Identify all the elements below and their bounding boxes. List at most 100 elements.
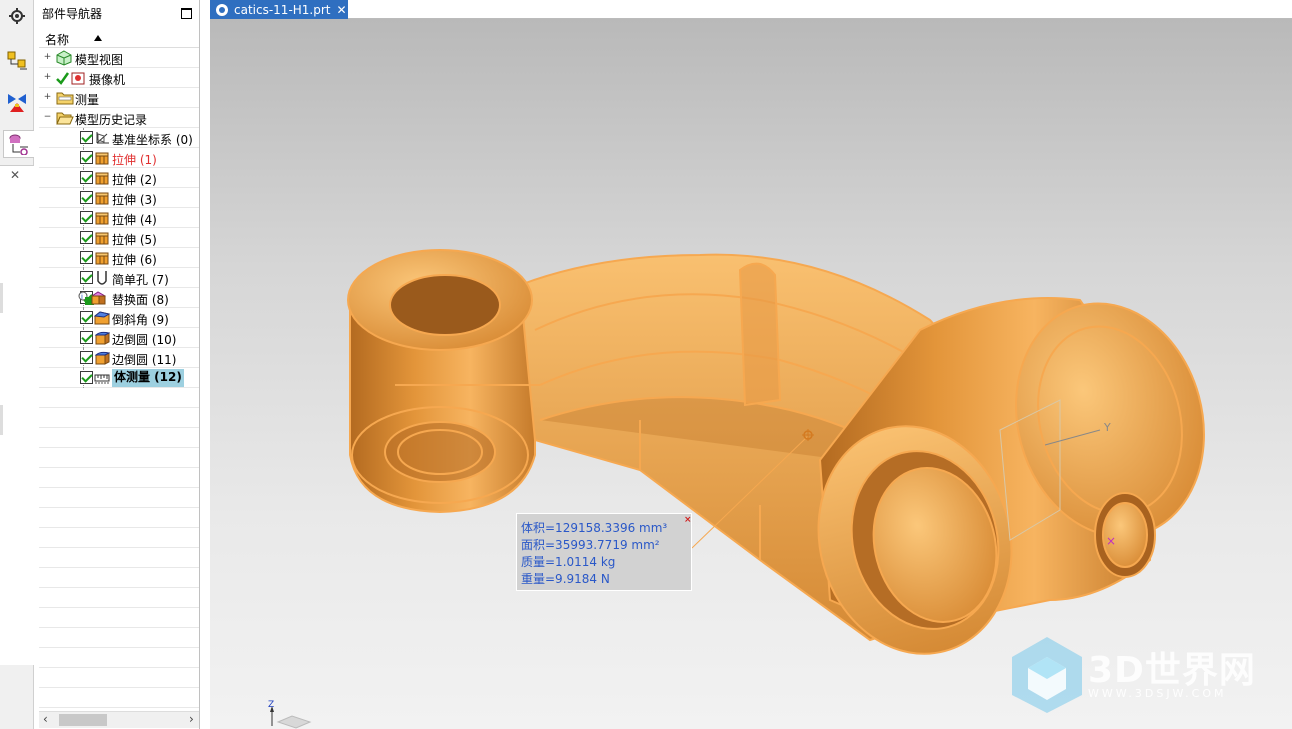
dock-handle bbox=[0, 283, 3, 313]
maximize-icon[interactable] bbox=[181, 8, 192, 19]
folder-icon bbox=[56, 90, 74, 106]
column-header-name[interactable]: 名称 bbox=[39, 29, 199, 48]
extrude-icon bbox=[94, 170, 110, 186]
visibility-checkbox[interactable] bbox=[80, 371, 93, 384]
scroll-left-icon[interactable]: ‹ bbox=[43, 712, 48, 726]
empty-row bbox=[39, 568, 199, 588]
collapse-icon[interactable]: − bbox=[43, 113, 52, 123]
tree-node[interactable]: 体测量 (12) bbox=[39, 368, 199, 388]
tree-node[interactable]: 拉伸 (5) bbox=[39, 228, 199, 248]
hole-icon bbox=[94, 270, 110, 286]
graphics-viewport[interactable]: Y × Z 体积=129158.3396 mm³ 面积=35993.7719 m… bbox=[210, 19, 1292, 729]
visibility-checkbox[interactable] bbox=[80, 211, 93, 224]
tree-node-label: 边倒圆 (11) bbox=[112, 353, 177, 367]
part-file-icon bbox=[216, 3, 228, 16]
visibility-checkbox[interactable] bbox=[80, 131, 93, 144]
visibility-checkbox[interactable] bbox=[80, 251, 93, 264]
empty-row bbox=[39, 688, 199, 708]
tree-node[interactable]: 拉伸 (3) bbox=[39, 188, 199, 208]
cube-logo-icon bbox=[1012, 637, 1082, 713]
edge-blend-icon bbox=[94, 330, 111, 346]
tree-node[interactable]: 拉伸 (1) bbox=[39, 148, 199, 168]
tree-node-label: 基准坐标系 (0) bbox=[112, 133, 193, 147]
visibility-checkbox[interactable] bbox=[80, 351, 93, 364]
tree-node[interactable]: 基准坐标系 (0) bbox=[39, 128, 199, 148]
edge-blend-icon bbox=[94, 350, 111, 366]
empty-row bbox=[39, 548, 199, 568]
visibility-checkbox[interactable] bbox=[80, 151, 93, 164]
tree-node-label: 拉伸 (6) bbox=[112, 253, 157, 267]
expand-icon[interactable]: + bbox=[43, 73, 52, 83]
empty-row bbox=[39, 428, 199, 448]
close-icon[interactable]: × bbox=[684, 515, 692, 525]
tree-node-label: 拉伸 (4) bbox=[112, 213, 157, 227]
tree-node[interactable]: 拉伸 (6) bbox=[39, 248, 199, 268]
tree-node-label: 拉伸 (3) bbox=[112, 193, 157, 207]
view-triad: Z bbox=[268, 700, 312, 729]
expand-icon[interactable]: + bbox=[43, 93, 52, 103]
resource-bar: ✕ bbox=[0, 0, 34, 729]
tree-node[interactable]: + 模型视图 bbox=[39, 48, 199, 68]
tree-node[interactable]: − 模型历史记录 bbox=[39, 108, 199, 128]
tree-node-label: 边倒圆 (10) bbox=[112, 333, 177, 347]
settings-gear-icon[interactable] bbox=[3, 2, 31, 30]
tree-node[interactable]: 边倒圆 (11) bbox=[39, 348, 199, 368]
close-icon[interactable]: ✕ bbox=[10, 168, 20, 182]
extrude-icon bbox=[94, 150, 110, 166]
scroll-thumb[interactable] bbox=[59, 714, 107, 726]
extrude-icon bbox=[94, 230, 110, 246]
tab-part-file[interactable]: catics-11-H1.prt ✕ bbox=[210, 0, 348, 19]
watermark-url: WWW.3DSJW.COM bbox=[1088, 687, 1227, 700]
tree-node[interactable]: + 测量 bbox=[39, 88, 199, 108]
expand-icon[interactable]: + bbox=[43, 53, 52, 63]
navigator-title: 部件导航器 bbox=[42, 7, 103, 21]
column-header-label: 名称 bbox=[45, 33, 70, 47]
tree-node[interactable]: 边倒圆 (10) bbox=[39, 328, 199, 348]
svg-text:Z: Z bbox=[268, 700, 274, 710]
empty-row bbox=[39, 488, 199, 508]
svg-text:Y: Y bbox=[1103, 421, 1111, 434]
measure-weight: 重量=9.9184 N bbox=[521, 572, 610, 586]
replace-face-icon: i bbox=[78, 290, 106, 306]
tree-node-label: 测量 bbox=[75, 93, 100, 107]
measure-body-icon bbox=[94, 370, 110, 386]
measure-result-box: 体积=129158.3396 mm³ 面积=35993.7719 mm² 质量=… bbox=[516, 513, 692, 591]
visibility-checkbox[interactable] bbox=[80, 311, 93, 324]
extrude-icon bbox=[94, 210, 110, 226]
datum-csys-icon bbox=[94, 130, 110, 146]
tree-node-label: 摄像机 bbox=[89, 73, 126, 87]
tab-close-icon[interactable]: ✕ bbox=[337, 3, 347, 17]
watermark: 3D世界网 WWW.3DSJW.COM bbox=[1008, 635, 1278, 717]
tab-label: catics-11-H1.prt bbox=[234, 2, 331, 17]
part-model[interactable]: Y × Z bbox=[210, 19, 1292, 729]
visibility-checkbox[interactable] bbox=[80, 231, 93, 244]
model-edges bbox=[347, 249, 1205, 655]
visibility-checkbox[interactable] bbox=[80, 191, 93, 204]
tree-node[interactable]: 倒斜角 (9) bbox=[39, 308, 199, 328]
measure-area: 面积=35993.7719 mm² bbox=[521, 538, 660, 552]
tree-node[interactable]: i 替换面 (8) bbox=[39, 288, 199, 308]
sort-ascending-icon bbox=[94, 35, 102, 41]
tree-node[interactable]: + 摄像机 bbox=[39, 68, 199, 88]
assembly-navigator-icon[interactable] bbox=[3, 47, 31, 75]
part-navigator-icon[interactable] bbox=[3, 130, 34, 158]
visibility-checkbox[interactable] bbox=[80, 171, 93, 184]
extrude-icon bbox=[94, 250, 110, 266]
tree-node[interactable]: 简单孔 (7) bbox=[39, 268, 199, 288]
tree-node-label: 倒斜角 (9) bbox=[112, 313, 169, 327]
tree-node[interactable]: 拉伸 (4) bbox=[39, 208, 199, 228]
tree-node-label: 模型视图 bbox=[75, 53, 124, 67]
svg-text:i: i bbox=[81, 293, 83, 301]
scroll-right-icon[interactable]: › bbox=[189, 712, 194, 726]
extrude-icon bbox=[94, 190, 110, 206]
horizontal-scrollbar[interactable]: ‹ › bbox=[39, 711, 199, 728]
empty-row bbox=[39, 448, 199, 468]
constraint-navigator-icon[interactable] bbox=[3, 88, 31, 116]
visibility-checkbox[interactable] bbox=[80, 271, 93, 284]
tree-node[interactable]: 拉伸 (2) bbox=[39, 168, 199, 188]
tree-node-label: 替换面 (8) bbox=[112, 293, 169, 307]
tree-node-label: 拉伸 (5) bbox=[112, 233, 157, 247]
visibility-checkbox[interactable] bbox=[80, 331, 93, 344]
measure-mass: 质量=1.0114 kg bbox=[521, 555, 616, 569]
camera-icon bbox=[56, 70, 85, 86]
